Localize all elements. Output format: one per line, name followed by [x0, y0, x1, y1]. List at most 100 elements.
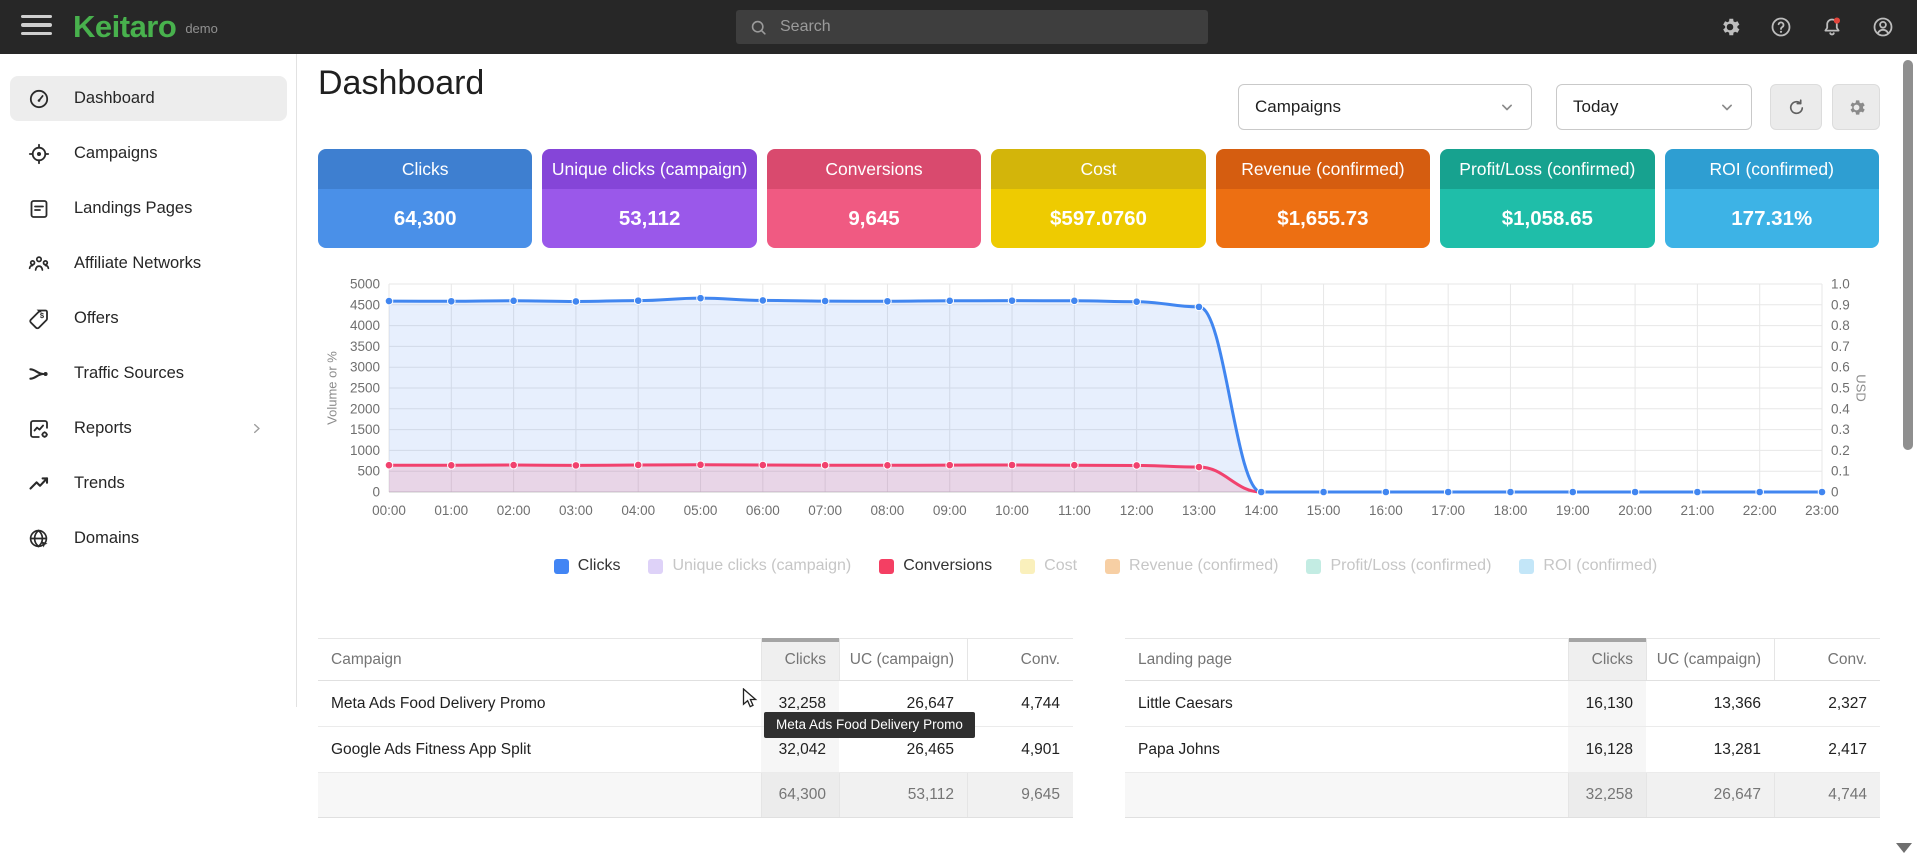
x-axis-tick: 16:00	[1369, 503, 1403, 518]
search-input[interactable]	[780, 18, 1180, 36]
value-cell: 16,128	[1568, 727, 1646, 772]
notifications-bell-icon[interactable]	[1820, 15, 1844, 39]
y-axis-tick-left: 2500	[350, 381, 380, 396]
refresh-button[interactable]	[1770, 84, 1822, 130]
conversions-point	[1071, 461, 1079, 469]
svg-text:$: $	[40, 310, 45, 319]
conversions-point	[572, 462, 580, 470]
stat-card-value: 53,112	[542, 189, 756, 248]
legend-label: Profit/Loss (confirmed)	[1330, 557, 1491, 575]
stat-card-roi-confirmed-[interactable]: ROI (confirmed)177.31%	[1665, 149, 1879, 248]
legend-item-conversions[interactable]: Conversions	[879, 557, 992, 575]
chevron-down-icon	[1717, 97, 1737, 117]
value-cell: 2,417	[1774, 727, 1880, 772]
y-axis-tick-right: 0.2	[1831, 443, 1850, 458]
settings-gear-icon[interactable]	[1718, 15, 1742, 39]
stat-card-conversions[interactable]: Conversions9,645	[767, 149, 981, 248]
name-cell: Meta Ads Food Delivery Promo	[318, 681, 761, 726]
legend-item-clicks[interactable]: Clicks	[554, 557, 621, 575]
clicks-point	[1569, 488, 1577, 496]
value-cell: 4,901	[967, 727, 1073, 772]
x-axis-tick: 20:00	[1618, 503, 1652, 518]
help-icon[interactable]	[1769, 15, 1793, 39]
legend-item-revenue-confirmed-[interactable]: Revenue (confirmed)	[1105, 557, 1278, 575]
value-cell: Clicks	[1568, 639, 1646, 680]
conversions-point	[1133, 462, 1141, 470]
global-search[interactable]	[736, 10, 1208, 44]
y-axis-tick-left: 0	[372, 485, 380, 500]
legend-swatch	[879, 559, 894, 574]
account-icon[interactable]	[1871, 15, 1895, 39]
landing-page-row[interactable]: Little Caesars16,13013,3662,327	[1125, 681, 1880, 727]
legend-item-unique-clicks-campaign-[interactable]: Unique clicks (campaign)	[648, 557, 851, 575]
hamburger-menu-icon[interactable]	[21, 15, 52, 39]
scrollbar-down-arrow[interactable]	[1896, 843, 1912, 853]
value-cell: Conv.	[1774, 639, 1880, 680]
trends-icon	[27, 472, 51, 496]
clicks-point	[946, 297, 954, 305]
sidebar-item-campaigns[interactable]: Campaigns	[10, 131, 287, 176]
sidebar-item-domains[interactable]: Domains	[10, 516, 287, 561]
search-icon	[749, 18, 768, 37]
x-axis-tick: 06:00	[746, 503, 780, 518]
grouping-select[interactable]: Campaigns	[1238, 84, 1532, 130]
stat-card-revenue-confirmed-[interactable]: Revenue (confirmed)$1,655.73	[1216, 149, 1430, 248]
sidebar-item-affiliate-networks[interactable]: Affiliate Networks	[10, 241, 287, 286]
value-cell: Conv.	[967, 639, 1073, 680]
legend-swatch	[648, 559, 663, 574]
stat-card-label: Revenue (confirmed)	[1216, 149, 1430, 189]
sidebar-item-trends[interactable]: Trends	[10, 461, 287, 506]
clicks-point	[385, 297, 393, 305]
sidebar-item-dashboard[interactable]: Dashboard	[10, 76, 287, 121]
legend-label: Clicks	[578, 557, 621, 575]
legend-item-roi-confirmed-[interactable]: ROI (confirmed)	[1519, 557, 1657, 575]
sidebar-item-landings-pages[interactable]: Landings Pages	[10, 186, 287, 231]
landing-pages-table: Landing pageClicksUC (campaign)Conv.Litt…	[1125, 638, 1880, 818]
vertical-scrollbar-thumb[interactable]	[1903, 60, 1913, 450]
table-header-row: Landing pageClicksUC (campaign)Conv.	[1125, 638, 1880, 681]
landing-page-row[interactable]: Papa Johns16,12813,2812,417	[1125, 727, 1880, 773]
clicks-point	[697, 294, 705, 302]
sidebar-item-offers[interactable]: $Offers	[10, 296, 287, 341]
domains-icon	[27, 527, 51, 551]
period-select[interactable]: Today	[1556, 84, 1752, 130]
value-cell: 13,281	[1646, 727, 1774, 772]
x-axis-tick: 03:00	[559, 503, 593, 518]
legend-label: ROI (confirmed)	[1543, 557, 1657, 575]
stat-card-cost[interactable]: Cost$597.0760	[991, 149, 1205, 248]
legend-label: Cost	[1044, 557, 1077, 575]
table-totals-row: 64,30053,1129,645	[318, 773, 1073, 817]
y-axis-tick-right: 0.7	[1831, 339, 1850, 354]
y-axis-tick-right: 1.0	[1831, 277, 1850, 292]
x-axis-tick: 13:00	[1182, 503, 1216, 518]
app-logo[interactable]: Keitaro	[73, 9, 176, 45]
legend-label: Conversions	[903, 557, 992, 575]
stat-card-clicks[interactable]: Clicks64,300	[318, 149, 532, 248]
top-bar: Keitaro demo	[0, 0, 1917, 54]
sidebar-item-traffic-sources[interactable]: Traffic Sources	[10, 351, 287, 396]
traffic-chart: 0500100015002000250030003500400045005000…	[389, 284, 1822, 492]
x-axis-tick: 07:00	[808, 503, 842, 518]
stat-card-label: Conversions	[767, 149, 981, 189]
legend-item-cost[interactable]: Cost	[1020, 557, 1077, 575]
x-axis-tick: 17:00	[1431, 503, 1465, 518]
clicks-point	[1071, 297, 1079, 305]
conversions-point	[634, 461, 642, 469]
stat-card-profit-loss-confirmed-[interactable]: Profit/Loss (confirmed)$1,058.65	[1440, 149, 1654, 248]
dashboard-settings-button[interactable]	[1832, 84, 1880, 130]
y-axis-tick-left: 5000	[350, 277, 380, 292]
conversions-point	[1195, 463, 1203, 471]
clicks-point	[1818, 488, 1826, 496]
clicks-point	[448, 297, 456, 305]
clicks-point	[1382, 488, 1390, 496]
sidebar-item-label: Dashboard	[74, 89, 155, 108]
stat-card-unique-clicks-campaign-[interactable]: Unique clicks (campaign)53,112	[542, 149, 756, 248]
y-axis-tick-right: 0.8	[1831, 318, 1850, 333]
sidebar-item-reports[interactable]: Reports	[10, 406, 287, 451]
legend-swatch	[1105, 559, 1120, 574]
clicks-point	[1694, 488, 1702, 496]
y-axis-tick-right: 0.6	[1831, 360, 1850, 375]
legend-item-profit-loss-confirmed-[interactable]: Profit/Loss (confirmed)	[1306, 557, 1491, 575]
clicks-point	[821, 297, 829, 305]
stat-card-label: Clicks	[318, 149, 532, 189]
